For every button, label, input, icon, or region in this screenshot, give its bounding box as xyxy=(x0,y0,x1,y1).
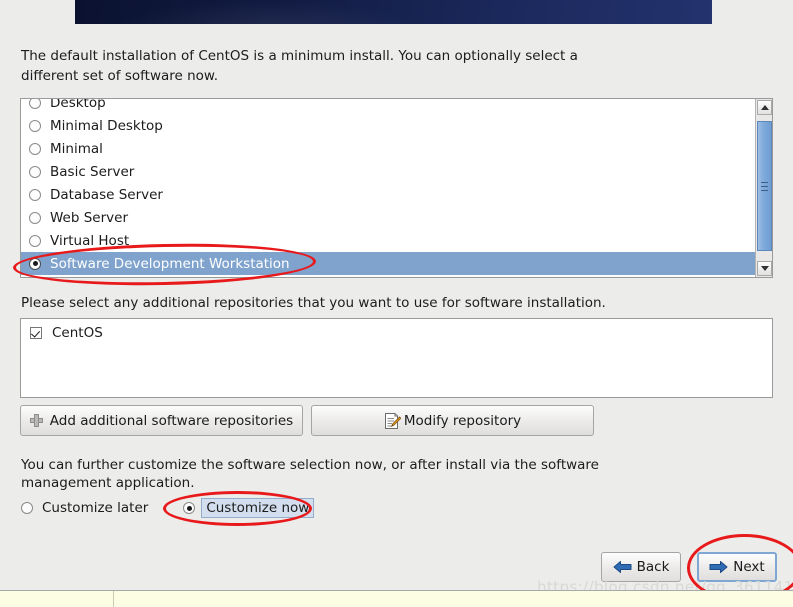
group-option-label: Basic Server xyxy=(50,163,135,180)
customize-later-option[interactable]: Customize later xyxy=(21,500,148,516)
modify-repository-label: Modify repository xyxy=(403,412,522,429)
repositories-list[interactable]: CentOS xyxy=(20,318,773,398)
chevron-down-icon xyxy=(760,266,769,271)
add-repositories-label: Add additional software repositories xyxy=(49,412,294,429)
group-option-label: Database Server xyxy=(50,186,163,203)
bottom-strip xyxy=(0,591,793,607)
modify-repository-button[interactable]: Modify repository xyxy=(311,405,594,436)
document-pencil-icon xyxy=(384,412,402,430)
customize-options-row: Customize later Customize now xyxy=(21,498,349,518)
group-option-web-server[interactable]: Web Server xyxy=(21,206,756,229)
chevron-up-icon xyxy=(760,105,769,110)
group-option-label: Minimal xyxy=(50,140,103,157)
radio-customize-later[interactable] xyxy=(21,502,33,514)
group-option-label: Virtual Host xyxy=(50,232,130,249)
group-option-label: Web Server xyxy=(50,209,128,226)
customize-now-label: Customize now xyxy=(201,498,315,518)
installer-window: The default installation of CentOS is a … xyxy=(0,0,793,607)
repositories-label: Please select any additional repositorie… xyxy=(21,295,606,311)
intro-text: The default installation of CentOS is a … xyxy=(21,48,578,84)
group-option-desktop[interactable]: Desktop xyxy=(21,98,756,114)
radio-software-development-workstation[interactable] xyxy=(29,257,41,270)
radio-basic-server[interactable] xyxy=(29,165,41,178)
arrow-left-icon xyxy=(613,560,632,574)
plus-icon xyxy=(29,414,43,427)
group-option-basic-server[interactable]: Basic Server xyxy=(21,160,756,183)
scroll-up-button[interactable] xyxy=(757,100,772,115)
installer-banner xyxy=(75,0,712,24)
software-group-list-inner: Desktop Minimal Desktop Minimal Basic Se… xyxy=(21,98,756,275)
scrollbar-thumb[interactable] xyxy=(757,121,772,251)
radio-minimal[interactable] xyxy=(29,142,41,155)
radio-minimal-desktop[interactable] xyxy=(29,119,41,132)
radio-desktop[interactable] xyxy=(29,99,41,109)
checkbox-centos[interactable] xyxy=(30,327,42,339)
customize-text: You can further customize the software s… xyxy=(21,457,599,491)
group-option-label: Minimal Desktop xyxy=(50,117,163,134)
group-option-database-server[interactable]: Database Server xyxy=(21,183,756,206)
scroll-down-button[interactable] xyxy=(757,261,772,276)
group-option-software-development-workstation[interactable]: Software Development Workstation xyxy=(21,252,756,275)
group-option-label: Desktop xyxy=(50,98,106,111)
radio-web-server[interactable] xyxy=(29,211,41,224)
software-group-list[interactable]: Desktop Minimal Desktop Minimal Basic Se… xyxy=(20,98,773,278)
radio-customize-now[interactable] xyxy=(183,502,196,514)
group-list-scrollbar[interactable] xyxy=(755,99,772,277)
arrow-right-icon xyxy=(709,560,728,574)
back-button-label: Back xyxy=(636,559,670,575)
group-option-virtual-host[interactable]: Virtual Host xyxy=(21,229,756,252)
group-option-minimal-desktop[interactable]: Minimal Desktop xyxy=(21,114,756,137)
add-repositories-button[interactable]: Add additional software repositories xyxy=(20,405,303,436)
group-option-label: Software Development Workstation xyxy=(50,255,290,272)
radio-virtual-host[interactable] xyxy=(29,234,41,247)
bottom-strip-tick xyxy=(113,591,114,607)
customize-now-option[interactable]: Customize now xyxy=(183,498,315,518)
scrollbar-grip-icon xyxy=(761,182,768,191)
radio-database-server[interactable] xyxy=(29,188,41,201)
customize-later-label: Customize later xyxy=(42,500,149,516)
group-option-minimal[interactable]: Minimal xyxy=(21,137,756,160)
repository-item-centos[interactable]: CentOS xyxy=(21,319,772,341)
repository-item-label: CentOS xyxy=(52,325,103,341)
next-button-label: Next xyxy=(733,559,765,575)
banner-sheen xyxy=(75,0,712,24)
